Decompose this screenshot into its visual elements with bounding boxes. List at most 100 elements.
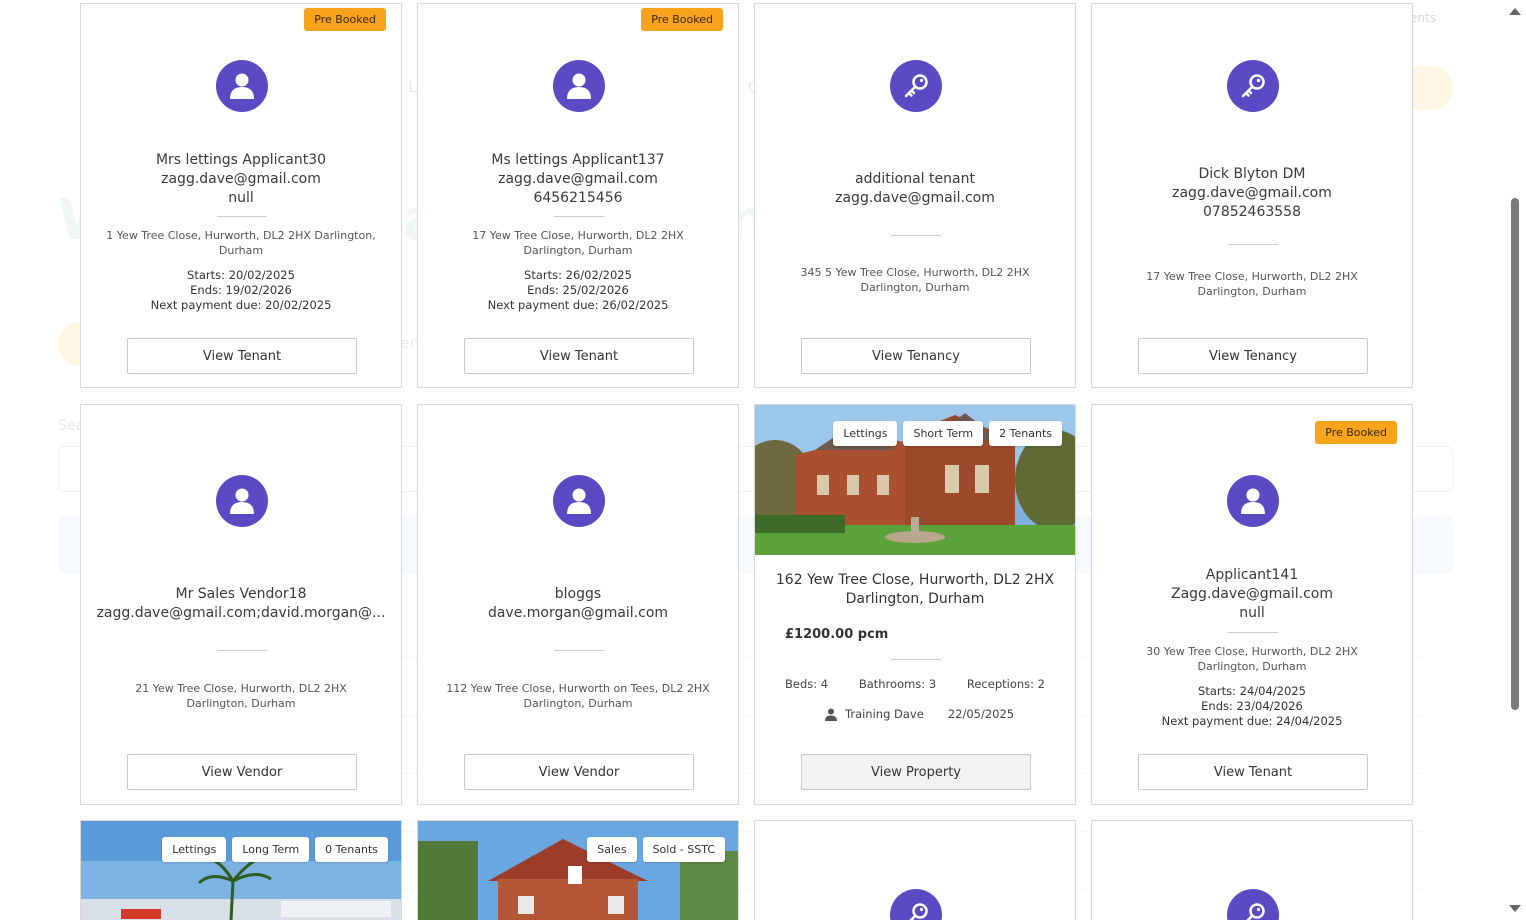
view-property-button[interactable]: View Property [801, 754, 1031, 790]
divider [891, 235, 941, 236]
tag: Sold - SSTC [642, 837, 725, 862]
contact-phone: 07852463558 [1203, 204, 1301, 220]
property-specs: Beds: 4 Bathrooms: 3 Receptions: 2 [785, 677, 1045, 691]
end-date: Ends: 25/02/2026 [527, 283, 629, 297]
record-card-tenancy: Dick Blyton DM zagg.dave@gmail.com 07852… [1091, 3, 1413, 388]
divider [554, 216, 604, 217]
bathrooms: Bathrooms: 3 [858, 677, 937, 691]
contact-email: dave.morgan@gmail.com [487, 605, 669, 621]
property-tags: Lettings Long Term 0 Tenants [162, 837, 388, 862]
property-address: 162 Yew Tree Close, Hurworth, DL2 2HX Da… [775, 572, 1055, 607]
property-meta: Training Dave 22/05/2025 [825, 707, 1014, 721]
person-icon [825, 708, 837, 721]
contact-phone: 6456215456 [533, 190, 623, 206]
address: 345 5 Yew Tree Close, Hurworth, DL2 2HX … [800, 266, 1030, 294]
record-card-vendor: bloggs dave.morgan@gmail.com 112 Yew Tre… [417, 404, 739, 805]
address: 21 Yew Tree Close, Hurworth, DL2 2HX Dar… [135, 682, 347, 710]
contact-name: Dick Blyton DM [1198, 166, 1306, 182]
address: 17 Yew Tree Close, Hurworth, DL2 2HX Dar… [1146, 270, 1358, 298]
user-icon [553, 475, 605, 527]
scroll-thumb[interactable] [1511, 198, 1519, 710]
contact-name: Ms lettings Applicant137 [491, 152, 665, 168]
view-tenancy-button[interactable]: View Tenancy [1138, 338, 1368, 374]
record-card-property: Sales Sold - SSTC [417, 820, 739, 920]
user-icon [1227, 475, 1279, 527]
property-photo: Lettings Short Term 2 Tenants [755, 405, 1075, 555]
address: 1 Yew Tree Close, Hurworth, DL2 2HX Darl… [106, 229, 376, 257]
view-tenant-button[interactable]: View Tenant [127, 338, 357, 374]
contact-name: Mrs lettings Applicant30 [155, 152, 327, 168]
tenancy-dates: Starts: 24/04/2025 Ends: 23/04/2026 Next… [1102, 684, 1402, 729]
scrollbar[interactable] [1504, 0, 1526, 920]
tag: Sales [587, 837, 637, 862]
pre-booked-badge: Pre Booked [641, 8, 723, 31]
pre-booked-badge: Pre Booked [1315, 421, 1397, 444]
record-card-tenancy [754, 820, 1076, 920]
view-tenancy-button[interactable]: View Tenancy [801, 338, 1031, 374]
tenancy-dates: Starts: 26/02/2025 Ends: 25/02/2026 Next… [428, 268, 728, 313]
contact-email: zagg.dave@gmail.com [498, 171, 658, 187]
listing-date: 22/05/2025 [947, 707, 1015, 721]
record-card-tenant: Pre Booked Applicant141 Zagg.dave@gmail.… [1091, 404, 1413, 805]
contact-phone: null [228, 190, 254, 206]
scroll-down-arrow[interactable] [1509, 905, 1521, 912]
tag: 2 Tenants [989, 421, 1062, 446]
key-icon [1227, 60, 1279, 112]
contact-email: zagg.dave@gmail.com;david.morgan@... [96, 605, 386, 621]
property-price: £1200.00 pcm [785, 627, 889, 642]
contact-phone: null [1239, 605, 1265, 621]
contact-name: additional tenant [855, 171, 975, 187]
view-tenant-button[interactable]: View Tenant [464, 338, 694, 374]
property-photo: Lettings Long Term 0 Tenants [81, 821, 401, 920]
divider [554, 650, 604, 651]
scroll-up-arrow[interactable] [1509, 8, 1521, 15]
start-date: Starts: 26/02/2025 [524, 268, 632, 282]
record-card-tenant: Pre Booked Ms lettings Applicant137 zagg… [417, 3, 739, 388]
view-vendor-button[interactable]: View Vendor [464, 754, 694, 790]
contact-name: Mr Sales Vendor18 [175, 586, 307, 602]
view-vendor-button[interactable]: View Vendor [127, 754, 357, 790]
pre-booked-badge: Pre Booked [304, 8, 386, 31]
receptions: Receptions: 2 [966, 677, 1045, 691]
address: 112 Yew Tree Close, Hurworth on Tees, DL… [446, 682, 710, 710]
divider [217, 650, 267, 651]
contact-name: bloggs [554, 586, 602, 602]
record-card-tenancy: additional tenant zagg.dave@gmail.com 34… [754, 3, 1076, 388]
record-card-tenancy [1091, 820, 1413, 920]
view-tenant-button[interactable]: View Tenant [1138, 754, 1368, 790]
property-tags: Sales Sold - SSTC [587, 837, 725, 862]
start-date: Starts: 24/04/2025 [1198, 684, 1306, 698]
address: 30 Yew Tree Close, Hurworth, DL2 2HX Dar… [1146, 645, 1358, 673]
beds: Beds: 4 [785, 677, 829, 691]
tag: Short Term [903, 421, 984, 446]
divider [1228, 244, 1278, 245]
record-card-vendor: Mr Sales Vendor18 zagg.dave@gmail.com;da… [80, 404, 402, 805]
contact-email: zagg.dave@gmail.com [835, 190, 995, 206]
key-icon [890, 889, 942, 920]
tenancy-dates: Starts: 20/02/2025 Ends: 19/02/2026 Next… [91, 268, 391, 313]
property-photo: Sales Sold - SSTC [418, 821, 738, 920]
contact-email: zagg.dave@gmail.com [1172, 185, 1332, 201]
address: 17 Yew Tree Close, Hurworth, DL2 2HX Dar… [472, 229, 684, 257]
user-icon [216, 60, 268, 112]
tag: Long Term [232, 837, 310, 862]
record-card-property: Lettings Long Term 0 Tenants [80, 820, 402, 920]
next-payment: Next payment due: 26/02/2025 [487, 298, 669, 312]
tag: Lettings [162, 837, 227, 862]
end-date: Ends: 23/04/2026 [1201, 699, 1303, 713]
record-card-tenant: Pre Booked Mrs lettings Applicant30 zagg… [80, 3, 402, 388]
agent-name: Training Dave [845, 707, 924, 721]
contact-email: zagg.dave@gmail.com [161, 171, 321, 187]
record-card-property: Lettings Short Term 2 Tenants 162 Yew Tr… [754, 404, 1076, 805]
user-icon [216, 475, 268, 527]
contact-name: Applicant141 [1205, 567, 1299, 583]
tag: 0 Tenants [315, 837, 388, 862]
next-payment: Next payment due: 20/02/2025 [150, 298, 332, 312]
end-date: Ends: 19/02/2026 [190, 283, 292, 297]
property-tags: Lettings Short Term 2 Tenants [833, 421, 1062, 446]
divider [217, 216, 267, 217]
divider [891, 659, 941, 660]
start-date: Starts: 20/02/2025 [187, 268, 295, 282]
divider [1228, 632, 1278, 633]
tag: Lettings [833, 421, 898, 446]
